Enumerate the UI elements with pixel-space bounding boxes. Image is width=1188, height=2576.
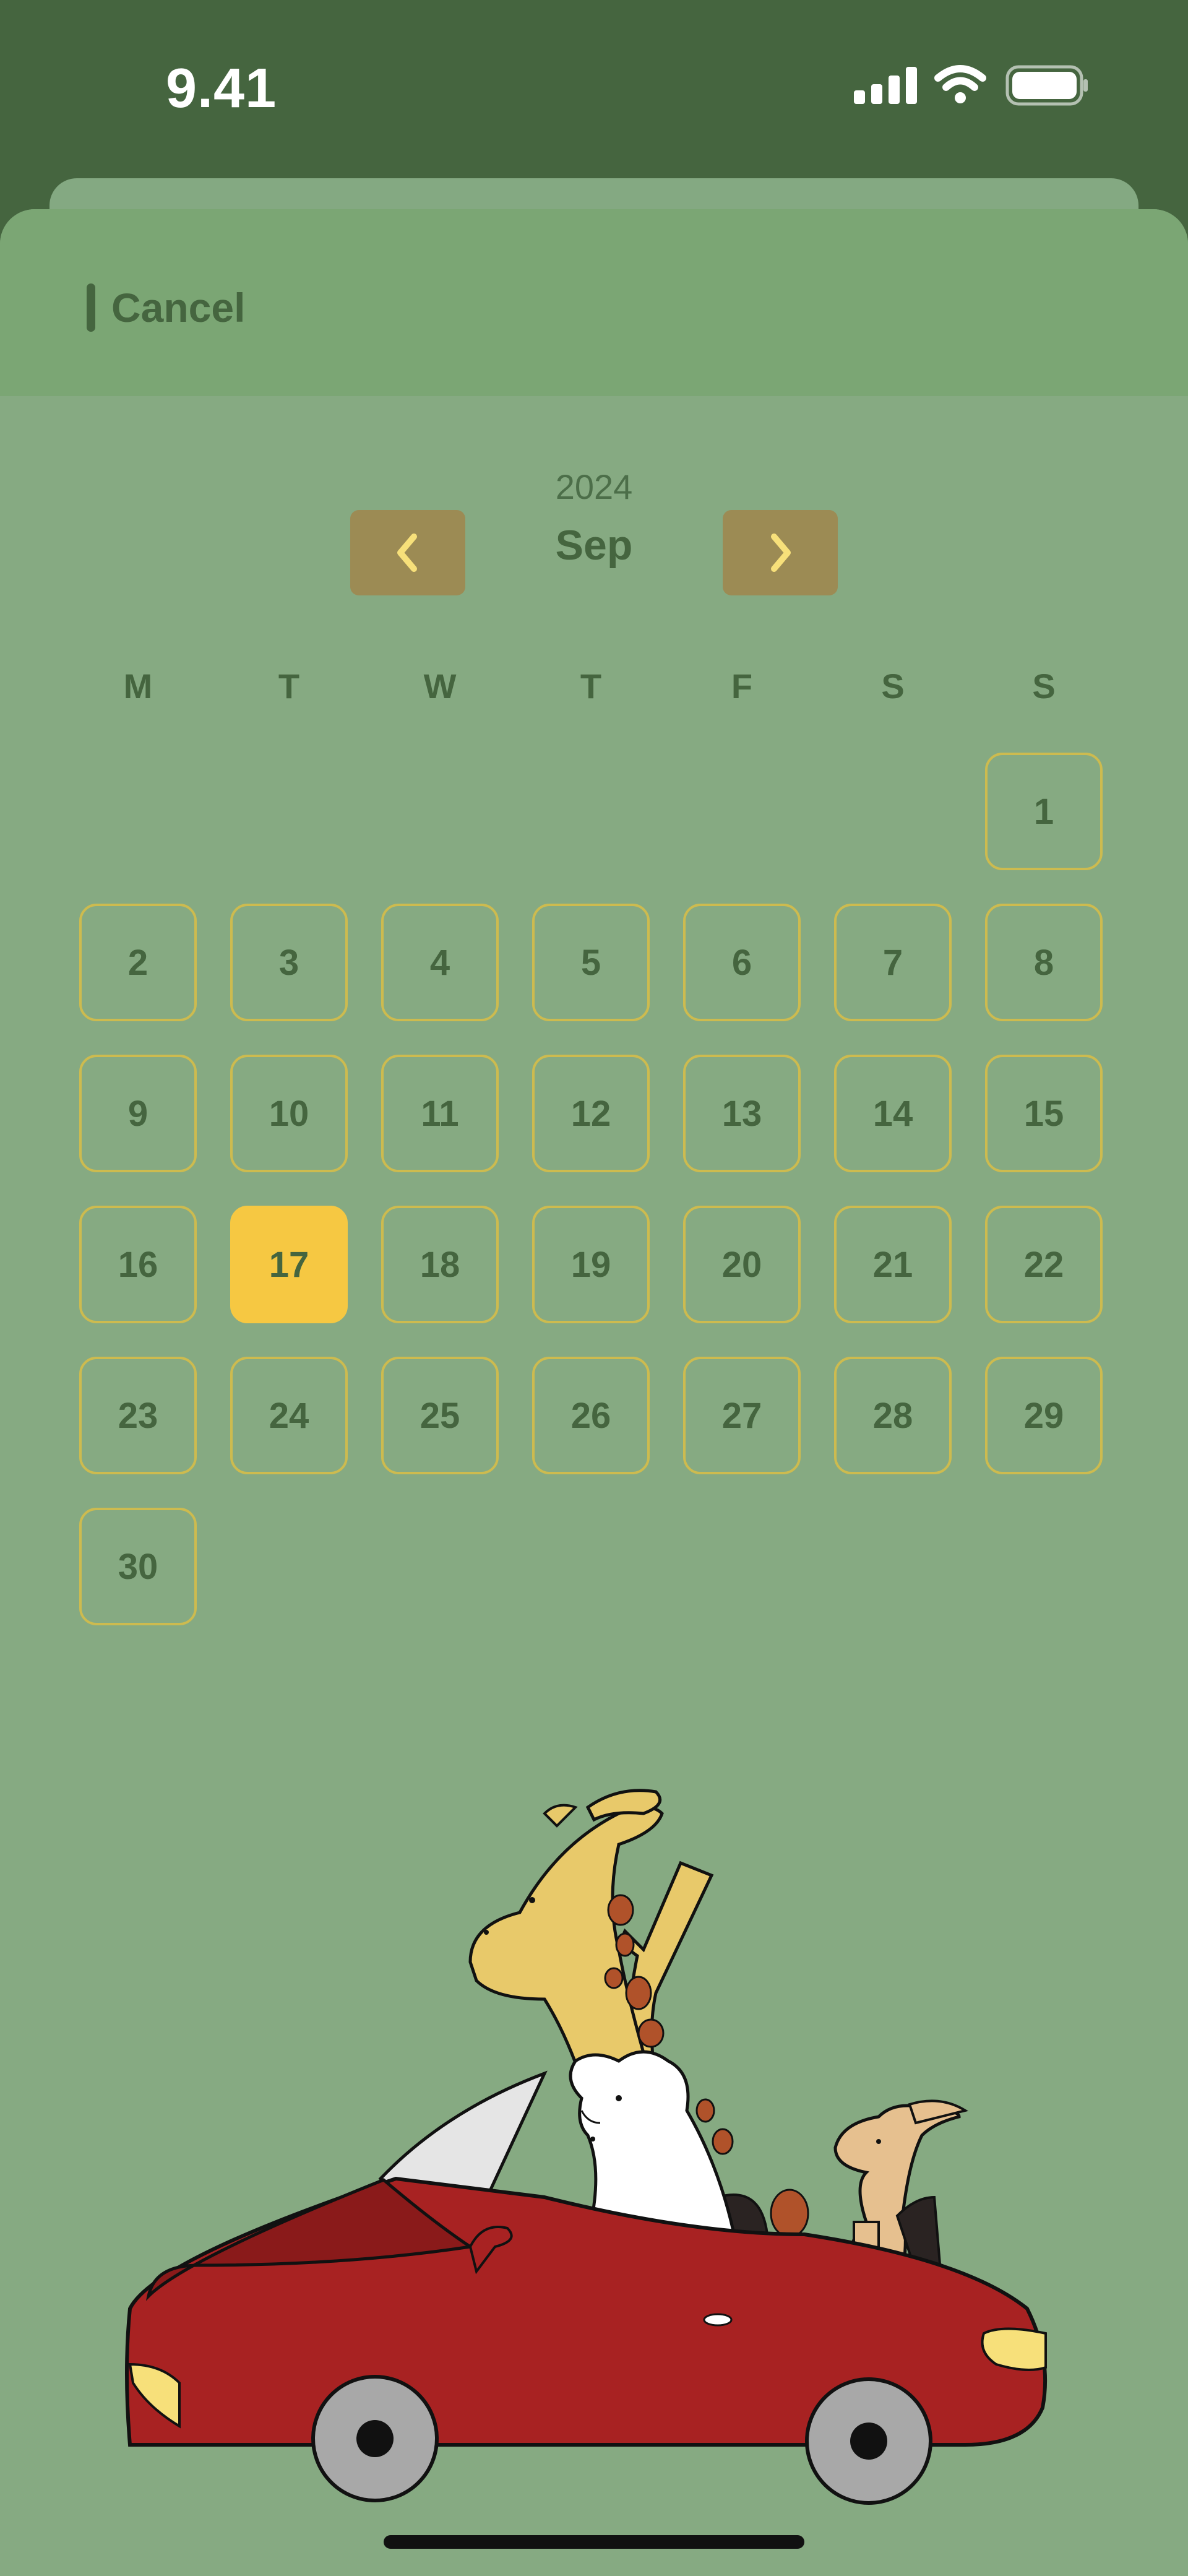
- day-cell-selected[interactable]: 17: [230, 1206, 348, 1323]
- chevron-right-icon: [771, 534, 791, 572]
- day-cell[interactable]: 14: [834, 1055, 952, 1172]
- day-cell[interactable]: 25: [381, 1357, 499, 1474]
- year-label: 2024: [555, 467, 633, 506]
- weekday-label: F: [731, 667, 753, 706]
- weekday-label: S: [1032, 667, 1056, 706]
- battery-icon: [1005, 65, 1088, 106]
- day-cell[interactable]: 18: [381, 1206, 499, 1323]
- day-cell[interactable]: 2: [79, 904, 197, 1021]
- wifi-icon: [934, 65, 986, 103]
- animals-in-red-convertible-illustration: [125, 1789, 1048, 2505]
- day-cell[interactable]: 12: [532, 1055, 650, 1172]
- day-cell[interactable]: 27: [683, 1357, 801, 1474]
- day-cell[interactable]: 30: [79, 1508, 197, 1625]
- cancel-button[interactable]: Cancel: [87, 283, 245, 332]
- cellular-signal-icon: [854, 67, 917, 104]
- day-cell[interactable]: 28: [834, 1357, 952, 1474]
- month-label: Sep: [555, 522, 633, 569]
- day-cell[interactable]: 13: [683, 1055, 801, 1172]
- day-cell[interactable]: 4: [381, 904, 499, 1021]
- day-cell[interactable]: 22: [985, 1206, 1103, 1323]
- day-cell[interactable]: 23: [79, 1357, 197, 1474]
- day-cell[interactable]: 29: [985, 1357, 1103, 1474]
- weekday-label: M: [123, 667, 153, 706]
- day-cell[interactable]: 21: [834, 1206, 952, 1323]
- day-cell[interactable]: 15: [985, 1055, 1103, 1172]
- day-cell[interactable]: 16: [79, 1206, 197, 1323]
- next-month-button[interactable]: [723, 510, 838, 595]
- weekday-label: S: [881, 667, 905, 706]
- weekday-label: T: [278, 667, 300, 706]
- previous-month-button[interactable]: [350, 510, 465, 595]
- day-cell[interactable]: 19: [532, 1206, 650, 1323]
- chevron-left-icon: [397, 534, 417, 572]
- day-cell[interactable]: 7: [834, 904, 952, 1021]
- cancel-label: Cancel: [111, 285, 246, 331]
- status-time: 9.41: [166, 58, 277, 119]
- day-cell[interactable]: 10: [230, 1055, 348, 1172]
- weekday-label: T: [580, 667, 602, 706]
- day-cell[interactable]: 1: [985, 753, 1103, 870]
- home-indicator: [384, 2535, 804, 2549]
- day-cell[interactable]: 9: [79, 1055, 197, 1172]
- day-cell[interactable]: 20: [683, 1206, 801, 1323]
- day-cell[interactable]: 8: [985, 904, 1103, 1021]
- day-cell[interactable]: 6: [683, 904, 801, 1021]
- day-cell[interactable]: 11: [381, 1055, 499, 1172]
- day-cell[interactable]: 3: [230, 904, 348, 1021]
- cancel-bar-icon: [87, 283, 95, 332]
- weekday-label: W: [423, 667, 457, 706]
- status-icons: [854, 65, 1088, 106]
- sheet-header: Cancel: [0, 209, 1188, 396]
- day-cell[interactable]: 26: [532, 1357, 650, 1474]
- day-cell[interactable]: 24: [230, 1357, 348, 1474]
- day-cell[interactable]: 5: [532, 904, 650, 1021]
